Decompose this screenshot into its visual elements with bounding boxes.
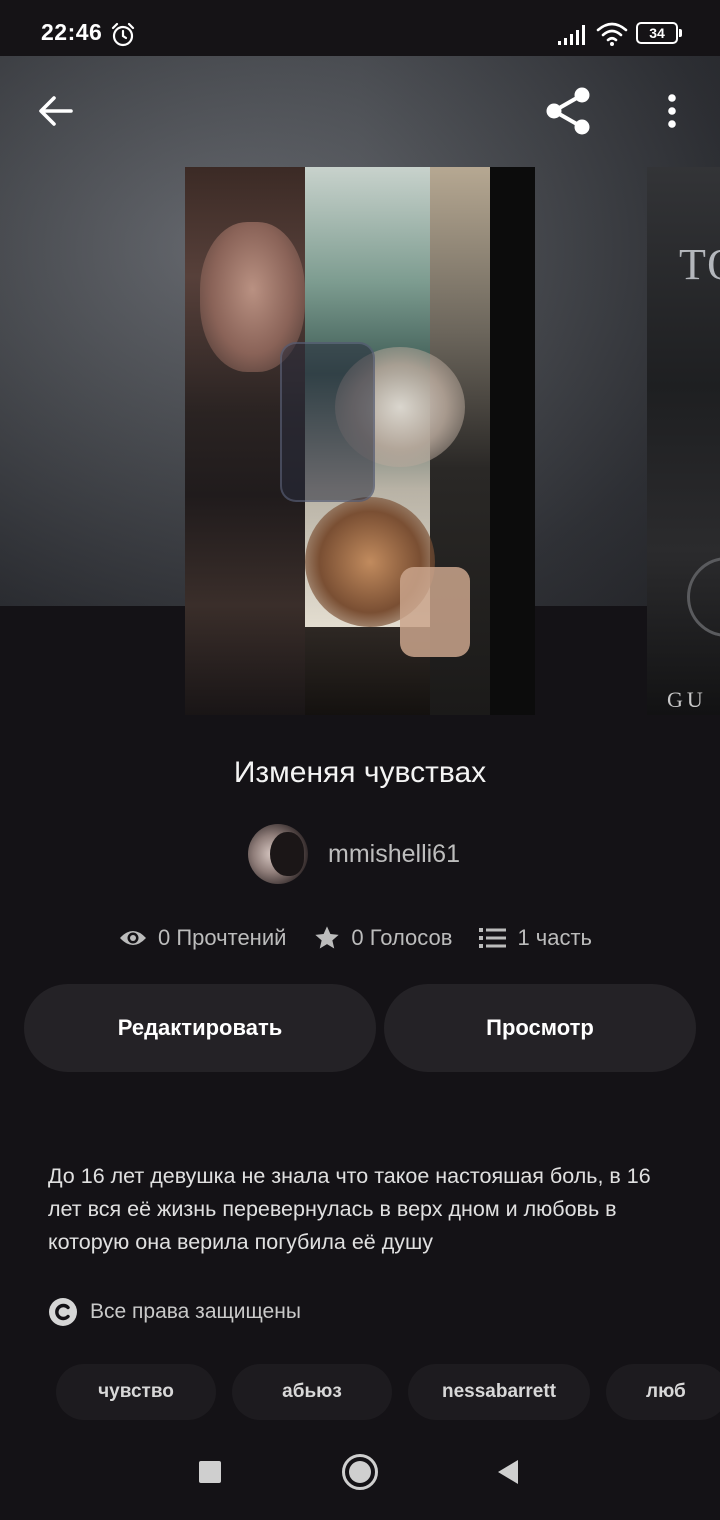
back-nav-button[interactable]	[488, 1452, 528, 1492]
battery-level: 34	[649, 25, 665, 41]
recents-square-icon	[199, 1461, 221, 1483]
back-button[interactable]	[28, 86, 84, 136]
back-arrow-icon	[39, 96, 73, 126]
story-stats: 0 Прочтений 0 Голосов 1 часть	[118, 920, 619, 956]
story-title: Изменяя чувствах	[233, 756, 487, 789]
parts-stat: 1 часть	[479, 925, 592, 951]
tag-chip[interactable]: люб	[606, 1364, 720, 1420]
more-vertical-icon	[668, 94, 676, 128]
tag-chip[interactable]: абьюз	[232, 1364, 392, 1420]
copyright-label: Все права защищены	[90, 1300, 301, 1323]
recents-button[interactable]	[190, 1452, 230, 1492]
share-icon	[546, 87, 590, 135]
parts-count: 1 часть	[517, 925, 593, 950]
edit-button[interactable]: Редактировать	[24, 984, 376, 1072]
avatar	[248, 824, 308, 884]
more-options-button[interactable]	[650, 86, 694, 136]
back-triangle-icon	[498, 1460, 518, 1484]
battery-icon: 34	[636, 22, 682, 44]
tag-list: чувство абьюз nessabarrett люб	[0, 1364, 720, 1420]
wifi-icon	[596, 22, 628, 46]
story-description: До 16 лет девушка не знала что такое нас…	[48, 1164, 651, 1254]
peek-cover-text: TO	[679, 240, 720, 289]
view-button[interactable]: Просмотр	[384, 984, 696, 1072]
status-bar: 22:46 34	[0, 0, 720, 56]
cover-hand	[400, 567, 470, 657]
home-button[interactable]	[338, 1450, 382, 1494]
peek-cover-shape	[687, 557, 720, 637]
status-time: 22:46	[41, 19, 103, 45]
signal-icon	[558, 25, 585, 45]
reads-stat: 0 Прочтений	[118, 925, 286, 951]
star-icon	[315, 926, 340, 949]
tag-chip[interactable]: чувство	[56, 1364, 216, 1420]
copyright-notice: Все права защищены	[48, 1297, 301, 1327]
share-button[interactable]	[538, 82, 598, 140]
next-story-cover[interactable]: TO GU	[647, 167, 720, 715]
reads-count: 0 Прочтений	[158, 925, 287, 950]
peek-cover-text: GU	[667, 687, 707, 712]
tag-chip[interactable]: nessabarrett	[408, 1364, 590, 1420]
votes-count: 0 Голосов	[351, 925, 453, 950]
alarm-icon	[111, 22, 135, 47]
system-navigation-bar	[0, 1428, 720, 1520]
eye-icon	[120, 931, 146, 945]
author-link[interactable]: mmishelli61	[248, 824, 460, 884]
cover-phone	[280, 342, 375, 502]
cover-panel	[490, 167, 535, 715]
story-details-screen: 22:46 34 T GU Изменяя чувствах mmishelli…	[0, 0, 720, 1520]
copyright-icon	[49, 1298, 77, 1326]
votes-stat: 0 Голосов	[313, 924, 452, 952]
author-name: mmishelli61	[328, 839, 460, 868]
home-circle-icon	[342, 1454, 378, 1490]
story-cover-image[interactable]	[185, 167, 535, 715]
list-icon	[479, 928, 507, 948]
